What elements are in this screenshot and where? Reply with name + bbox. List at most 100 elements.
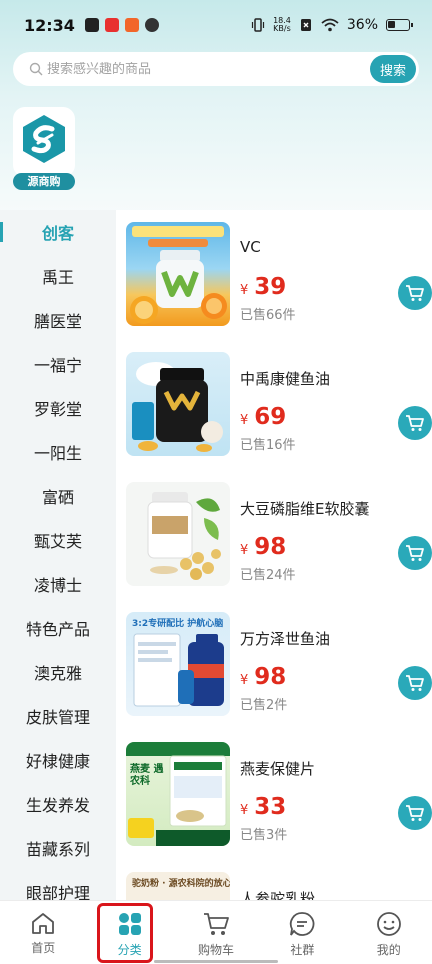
price-value: 98 bbox=[254, 664, 287, 690]
price-currency: ¥ bbox=[240, 803, 249, 818]
bottom-navigation: 首页 分类 购物车 社群 我的 bbox=[0, 900, 432, 964]
no-sim-icon bbox=[300, 19, 311, 31]
home-indicator bbox=[154, 960, 278, 963]
sold-count: 已售2件 bbox=[240, 698, 288, 713]
price-currency: ¥ bbox=[240, 413, 249, 428]
brand-badge: 源商购 bbox=[13, 173, 75, 190]
omega-fish-oil-illustration bbox=[133, 633, 224, 707]
product-name: 大豆磷脂维E软胶囊 bbox=[240, 500, 370, 518]
category-sidebar: 创客 禹王 膳医堂 一福宁 罗彰堂 一阳生 富硒 甄艾芙 凌博士 特色产品 澳克… bbox=[0, 210, 116, 903]
cart-icon bbox=[406, 285, 424, 301]
chat-icon bbox=[290, 912, 315, 936]
category-item[interactable]: 凌博士 bbox=[0, 562, 116, 606]
soy-lecithin-bottle-image[interactable] bbox=[126, 482, 230, 586]
product-card[interactable]: VC ¥ 39 已售66件 bbox=[126, 222, 432, 328]
nav-profile[interactable]: 我的 bbox=[346, 901, 432, 964]
brand-logo-tile bbox=[13, 107, 75, 177]
nav-label: 购物车 bbox=[197, 943, 234, 957]
oat-tablets-illustration bbox=[126, 742, 230, 846]
battery-icon bbox=[386, 19, 413, 31]
battery-percent: 36% bbox=[346, 17, 378, 33]
brand-logo-icon bbox=[23, 115, 65, 163]
sold-count: 已售66件 bbox=[240, 308, 296, 323]
nav-label: 我的 bbox=[376, 943, 401, 957]
product-card[interactable]: 3:2专研配比 护航心脑 万方泽世鱼油 ¥ 98 已售2件 bbox=[126, 612, 432, 718]
category-item[interactable]: 皮肤管理 bbox=[0, 694, 116, 738]
category-item[interactable]: 禹王 bbox=[0, 254, 116, 298]
add-to-cart-button[interactable] bbox=[398, 406, 432, 440]
home-icon bbox=[32, 913, 55, 934]
product-card[interactable]: 燕麦 遇农科 燕麦保健片 ¥ 33 已售3件 bbox=[126, 742, 432, 848]
camel-milk-image[interactable]: 驼奶粉 · 源农科院的放心 bbox=[126, 872, 230, 900]
network-speed-unit: KB/s bbox=[273, 24, 291, 33]
search-button[interactable]: 搜索 bbox=[370, 55, 416, 83]
product-price: ¥ 39 bbox=[240, 274, 286, 300]
vitamin-c-illustration bbox=[130, 226, 227, 324]
price-value: 98 bbox=[254, 534, 287, 560]
soy-lecithin-illustration bbox=[147, 492, 221, 580]
category-item[interactable]: 罗彰堂 bbox=[0, 386, 116, 430]
cart-icon bbox=[406, 805, 424, 821]
category-item[interactable]: 一阳生 bbox=[0, 430, 116, 474]
product-card[interactable]: 驼奶粉 · 源农科院的放心 人参驼乳粉 bbox=[126, 872, 422, 900]
product-card[interactable]: 大豆磷脂维E软胶囊 ¥ 98 已售24件 bbox=[126, 482, 432, 588]
category-item[interactable]: 生发养发 bbox=[0, 782, 116, 826]
product-name: 燕麦保健片 bbox=[240, 760, 316, 778]
category-item-active[interactable]: 创客 bbox=[0, 210, 116, 254]
add-to-cart-button[interactable] bbox=[398, 796, 432, 830]
omega-fish-oil-image[interactable]: 3:2专研配比 护航心脑 bbox=[126, 612, 230, 716]
sold-count: 已售3件 bbox=[240, 828, 288, 843]
nav-community[interactable]: 社群 bbox=[259, 901, 345, 964]
price-value: 33 bbox=[254, 794, 287, 820]
app-notification-icon bbox=[104, 18, 119, 32]
nav-home[interactable]: 首页 bbox=[0, 901, 86, 964]
product-name: 人参驼乳粉 bbox=[240, 890, 316, 900]
category-item[interactable]: 特色产品 bbox=[0, 606, 116, 650]
status-bar: 12:34 18.4 KB/s 36% bbox=[0, 0, 432, 50]
price-value: 69 bbox=[254, 404, 287, 430]
profile-icon bbox=[376, 912, 401, 936]
add-to-cart-button[interactable] bbox=[398, 536, 432, 570]
product-list: VC ¥ 39 已售66件 中禹康健鱼油 ¥ 69 已售16件 大豆磷脂维E软胶… bbox=[116, 210, 432, 900]
status-indicators: 18.4 KB/s 36% bbox=[251, 17, 413, 33]
vitamin-c-bottle-image[interactable] bbox=[126, 222, 230, 326]
sold-count: 已售16件 bbox=[240, 438, 296, 453]
product-card[interactable]: 中禹康健鱼油 ¥ 69 已售16件 bbox=[126, 352, 432, 458]
oat-tablets-image[interactable]: 燕麦 遇农科 bbox=[126, 742, 230, 846]
category-item[interactable]: 富硒 bbox=[0, 474, 116, 518]
cart-icon bbox=[203, 913, 229, 935]
search-bar[interactable]: 搜索 bbox=[13, 52, 419, 86]
fish-oil-illustration bbox=[132, 362, 223, 452]
category-item[interactable]: 甄艾芙 bbox=[0, 518, 116, 562]
product-price: ¥ 98 bbox=[240, 534, 286, 560]
price-currency: ¥ bbox=[240, 283, 249, 298]
product-price: ¥ 33 bbox=[240, 794, 286, 820]
vibrate-icon bbox=[251, 18, 265, 32]
fish-oil-bottle-image[interactable] bbox=[126, 352, 230, 456]
category-item[interactable]: 苗藏系列 bbox=[0, 826, 116, 870]
price-currency: ¥ bbox=[240, 543, 249, 558]
search-input[interactable] bbox=[47, 61, 347, 77]
category-item[interactable]: 膳医堂 bbox=[0, 298, 116, 342]
product-image-caption: 驼奶粉 · 源农科院的放心 bbox=[132, 879, 230, 889]
price-value: 39 bbox=[254, 274, 287, 300]
cart-icon bbox=[406, 545, 424, 561]
network-speed: 18.4 KB/s bbox=[273, 17, 291, 33]
category-item[interactable]: 好棣健康 bbox=[0, 738, 116, 782]
highlight-annotation-box bbox=[97, 903, 153, 963]
product-price: ¥ 98 bbox=[240, 664, 286, 690]
search-icon bbox=[29, 62, 43, 76]
product-name: 中禹康健鱼油 bbox=[240, 370, 331, 388]
app-notification-icon bbox=[84, 18, 99, 32]
add-to-cart-button[interactable] bbox=[398, 666, 432, 700]
nav-label: 社群 bbox=[290, 943, 315, 957]
category-item[interactable]: 澳克雅 bbox=[0, 650, 116, 694]
brand-logo: 源商购 bbox=[13, 107, 75, 190]
add-to-cart-button[interactable] bbox=[398, 276, 432, 310]
sold-count: 已售24件 bbox=[240, 568, 296, 583]
product-name: 万方泽世鱼油 bbox=[240, 630, 331, 648]
nav-cart[interactable]: 购物车 bbox=[173, 901, 259, 964]
status-time: 12:34 bbox=[24, 15, 75, 35]
category-item[interactable]: 一福宁 bbox=[0, 342, 116, 386]
wifi-icon bbox=[321, 18, 339, 32]
